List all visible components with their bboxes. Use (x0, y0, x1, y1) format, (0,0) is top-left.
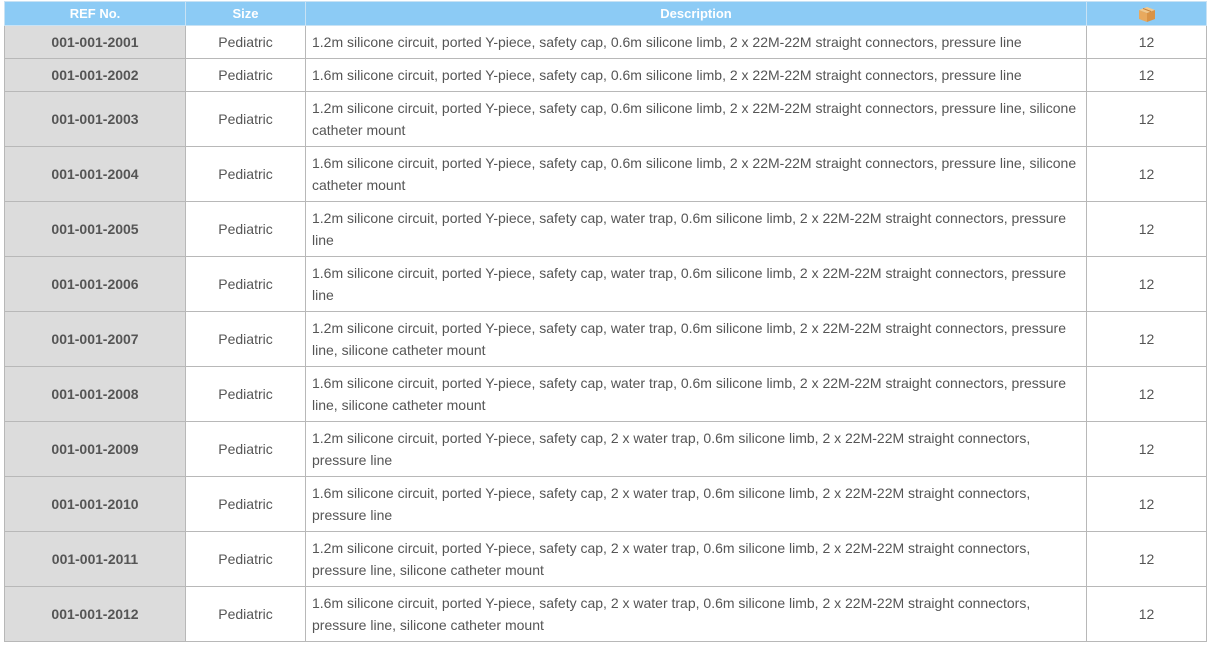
ref-cell: 001-001-2007 (4, 311, 186, 367)
size-cell: Pediatric (185, 201, 306, 257)
description-cell: 1.2m silicone circuit, ported Y-piece, s… (305, 311, 1087, 367)
size-cell: Pediatric (185, 531, 306, 587)
size-cell: Pediatric (185, 476, 306, 532)
size-cell: Pediatric (185, 25, 306, 59)
quantity-cell: 12 (1086, 311, 1207, 367)
table-row: 001-001-2002 Pediatric 1.6m silicone circu… (4, 58, 1207, 92)
ref-cell: 001-001-2002 (4, 58, 186, 92)
table-row: 001-001-2007 Pediatric 1.2m silicone circu… (4, 311, 1207, 367)
box-icon (1137, 5, 1157, 23)
quantity-cell: 12 (1086, 531, 1207, 587)
description-cell: 1.6m silicone circuit, ported Y-piece, s… (305, 146, 1087, 202)
quantity-cell: 12 (1086, 25, 1207, 59)
table-row: 001-001-2004 Pediatric 1.6m silicone circu… (4, 146, 1207, 202)
ref-cell: 001-001-2008 (4, 366, 186, 422)
description-cell: 1.2m silicone circuit, ported Y-piece, s… (305, 91, 1087, 147)
table-header: REF No. Size Description (4, 1, 1207, 26)
table-row: 001-001-2009 Pediatric 1.2m silicone circu… (4, 421, 1207, 477)
description-cell: 1.2m silicone circuit, ported Y-piece, s… (305, 531, 1087, 587)
header-size: Size (185, 1, 306, 26)
quantity-cell: 12 (1086, 201, 1207, 257)
description-cell: 1.2m silicone circuit, ported Y-piece, s… (305, 201, 1087, 257)
header-quantity (1086, 1, 1207, 26)
table-body: 001-001-2001 Pediatric 1.2m silicone circu… (4, 25, 1207, 642)
ref-cell: 001-001-2003 (4, 91, 186, 147)
ref-cell: 001-001-2004 (4, 146, 186, 202)
table-row: 001-001-2011 Pediatric 1.2m silicone circu… (4, 531, 1207, 587)
table-row: 001-001-2005 Pediatric 1.2m silicone circu… (4, 201, 1207, 257)
ref-cell: 001-001-2005 (4, 201, 186, 257)
ref-cell: 001-001-2010 (4, 476, 186, 532)
description-cell: 1.6m silicone circuit, ported Y-piece, s… (305, 476, 1087, 532)
quantity-cell: 12 (1086, 91, 1207, 147)
quantity-cell: 12 (1086, 366, 1207, 422)
quantity-cell: 12 (1086, 476, 1207, 532)
quantity-cell: 12 (1086, 146, 1207, 202)
description-cell: 1.6m silicone circuit, ported Y-piece, s… (305, 58, 1087, 92)
table-row: 001-001-2012 Pediatric 1.6m silicone circu… (4, 586, 1207, 642)
description-cell: 1.6m silicone circuit, ported Y-piece, s… (305, 586, 1087, 642)
description-cell: 1.6m silicone circuit, ported Y-piece, s… (305, 256, 1087, 312)
size-cell: Pediatric (185, 256, 306, 312)
header-description: Description (305, 1, 1087, 26)
size-cell: Pediatric (185, 586, 306, 642)
table-row: 001-001-2010 Pediatric 1.6m silicone circu… (4, 476, 1207, 532)
description-cell: 1.6m silicone circuit, ported Y-piece, s… (305, 366, 1087, 422)
table-row: 001-001-2008 Pediatric 1.6m silicone circu… (4, 366, 1207, 422)
description-cell: 1.2m silicone circuit, ported Y-piece, s… (305, 25, 1087, 59)
ref-cell: 001-001-2001 (4, 25, 186, 59)
quantity-cell: 12 (1086, 421, 1207, 477)
ref-cell: 001-001-2011 (4, 531, 186, 587)
size-cell: Pediatric (185, 311, 306, 367)
table-row: 001-001-2001 Pediatric 1.2m silicone circu… (4, 25, 1207, 59)
ref-cell: 001-001-2006 (4, 256, 186, 312)
quantity-cell: 12 (1086, 58, 1207, 92)
description-cell: 1.2m silicone circuit, ported Y-piece, s… (305, 421, 1087, 477)
quantity-cell: 12 (1086, 586, 1207, 642)
size-cell: Pediatric (185, 366, 306, 422)
size-cell: Pediatric (185, 421, 306, 477)
table-row: 001-001-2003 Pediatric 1.2m silicone circu… (4, 91, 1207, 147)
header-ref: REF No. (4, 1, 186, 26)
ref-cell: 001-001-2009 (4, 421, 186, 477)
quantity-cell: 12 (1086, 256, 1207, 312)
header-row: REF No. Size Description (4, 1, 1207, 26)
size-cell: Pediatric (185, 146, 306, 202)
size-cell: Pediatric (185, 58, 306, 92)
product-table: REF No. Size Description 001-001-2001 Ped… (4, 1, 1207, 642)
ref-cell: 001-001-2012 (4, 586, 186, 642)
size-cell: Pediatric (185, 91, 306, 147)
table-row: 001-001-2006 Pediatric 1.6m silicone circu… (4, 256, 1207, 312)
